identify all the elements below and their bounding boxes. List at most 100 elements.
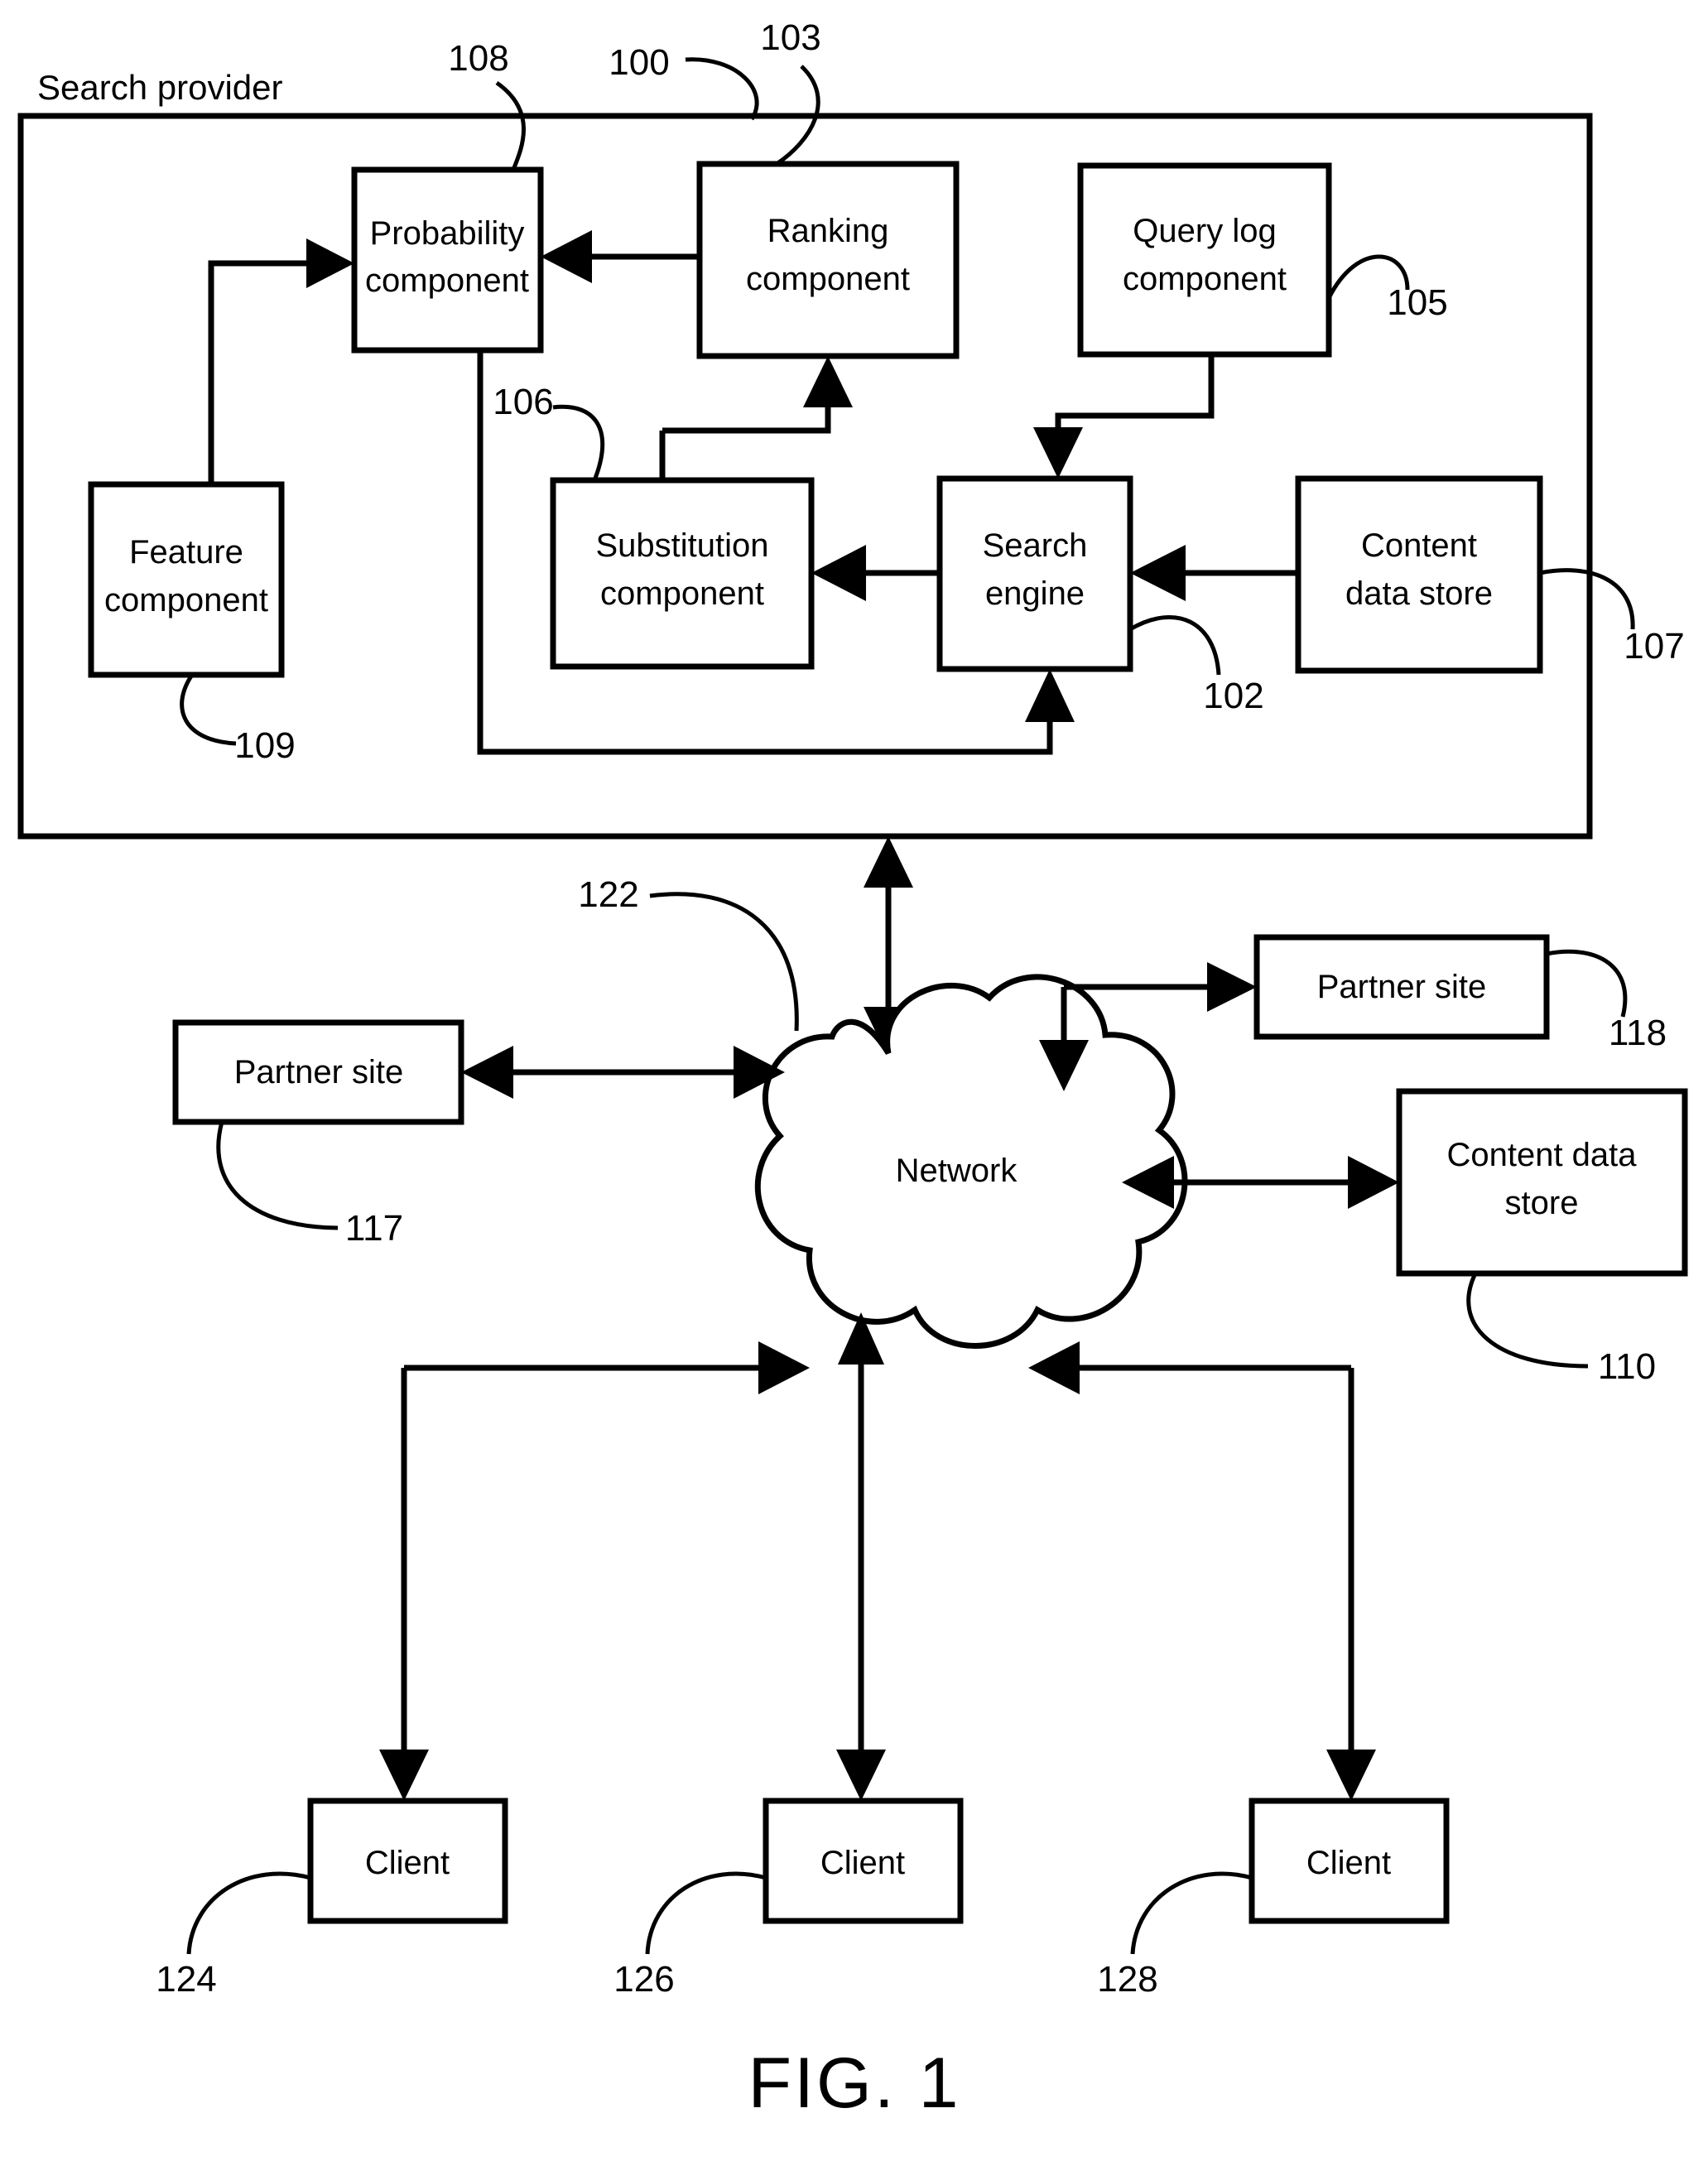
- connector-search-engine-to-substitution: [811, 545, 940, 601]
- partner-site-right-box: Partner site: [1253, 934, 1550, 1040]
- partner-site-left-label: Partner site: [234, 1054, 404, 1090]
- ref-122-number: 122: [578, 874, 638, 915]
- connector-contentstore-to-search-engine: [1130, 545, 1298, 601]
- ref-118-group: 118: [1546, 949, 1667, 1053]
- client-3-box: Client: [1249, 1798, 1450, 1924]
- figure-caption: FIG. 1: [748, 2043, 961, 2123]
- connector-querylog-search-line: [1055, 354, 1215, 437]
- substitution-label-line1: Substitution: [595, 527, 768, 564]
- ref-100-group: 100: [609, 42, 759, 121]
- ref-107-number: 107: [1624, 626, 1684, 667]
- ref-126-number: 126: [613, 1959, 674, 2000]
- connector-network-to-client-3: [1028, 1341, 1376, 1801]
- content-store-in-label-line1: Content: [1361, 527, 1477, 564]
- probability-label-line1: Probability: [370, 215, 525, 252]
- arrowhead-to-client-1: [379, 1750, 429, 1801]
- ref-103-group: 103: [760, 17, 821, 166]
- ref-124-group: 124: [156, 1871, 311, 2000]
- ref-117-group: 117: [216, 1121, 403, 1249]
- substitution-label-line2: component: [600, 575, 764, 612]
- patent-figure: Search provider 100 Probability componen…: [0, 0, 1708, 2166]
- query-log-label-line1: Query log: [1133, 213, 1276, 249]
- feature-box-rect: [88, 481, 285, 678]
- content-data-store-internal-box: Content data store: [1295, 475, 1543, 674]
- ref-109-number: 109: [234, 725, 295, 766]
- connector-partner-left-to-network: [461, 1046, 785, 1099]
- arrowhead-to-contentstore-out: [1348, 1156, 1399, 1209]
- ref-118-number: 118: [1609, 1013, 1667, 1053]
- ref-102-number: 102: [1203, 676, 1263, 716]
- arrowhead-to-search-engine-bottom: [1025, 669, 1075, 722]
- ref-126-group: 126: [613, 1871, 767, 2000]
- client-1-label: Client: [365, 1845, 450, 1881]
- ref-108-group: 108: [448, 38, 526, 171]
- ref-103-number: 103: [760, 17, 820, 58]
- ref-105-number: 105: [1387, 282, 1447, 323]
- arrowhead-to-search-engine-top: [1033, 427, 1083, 479]
- partner-site-left-box: Partner site: [172, 1019, 464, 1125]
- connector-feature-probability-line: [208, 260, 310, 484]
- ref-102-leader: [1128, 615, 1221, 676]
- substitution-component-box: Substitution component: [550, 477, 815, 670]
- ref-106-number: 106: [493, 382, 553, 422]
- ranking-component-box: Ranking component: [696, 161, 960, 359]
- ref-105-group: 105: [1326, 254, 1448, 323]
- connector-feature-to-probability: [208, 238, 354, 484]
- connector-contentstore-out-to-network: [1122, 1156, 1399, 1209]
- arrowhead-to-partner-right: [1207, 962, 1257, 1012]
- query-log-label-line2: component: [1123, 261, 1287, 297]
- ref-128-leader: [1130, 1871, 1253, 1955]
- search-engine-box: Search engine: [936, 475, 1133, 672]
- ref-107-leader: [1539, 568, 1635, 630]
- arrowhead-to-probability: [541, 230, 592, 283]
- ref-117-number: 117: [345, 1208, 403, 1249]
- ref-126-leader: [645, 1871, 767, 1955]
- connector-substitution-ranking-line: [662, 396, 831, 434]
- ref-110-number: 110: [1598, 1346, 1656, 1387]
- ranking-label-line2: component: [746, 261, 910, 297]
- ref-108-number: 108: [448, 38, 508, 79]
- search-engine-box-rect: [936, 475, 1133, 672]
- search-engine-label-line2: engine: [985, 575, 1085, 612]
- ref-109-group: 109: [180, 673, 296, 766]
- ref-122-group: 122: [578, 874, 799, 1032]
- ref-100-number: 100: [609, 42, 669, 83]
- connector-network-to-client-1: [379, 1341, 810, 1801]
- ref-118-leader: [1546, 949, 1628, 1018]
- ref-122-leader: [649, 892, 799, 1032]
- arrowhead-to-search-engine-left: [1130, 545, 1186, 601]
- arrowhead-to-provider-frame: [864, 836, 913, 888]
- client-2-label: Client: [820, 1845, 905, 1881]
- ref-107-group: 107: [1539, 568, 1685, 667]
- arrowhead-to-ranking: [803, 356, 853, 407]
- arrowhead-to-substitution: [811, 545, 866, 601]
- content-store-in-rect: [1295, 475, 1543, 674]
- feature-label-line2: component: [104, 582, 268, 619]
- ranking-box-rect: [696, 161, 960, 359]
- arrowhead-to-partner-left: [461, 1046, 513, 1099]
- arrowhead-to-network-lower-left: [758, 1341, 810, 1394]
- arrowhead-feature-to-probability: [306, 238, 354, 288]
- content-store-out-label-line1: Content data: [1446, 1137, 1637, 1173]
- connector-querylog-to-search-engine: [1033, 354, 1215, 479]
- ref-100-leader: [685, 57, 759, 121]
- probability-box-rect: [351, 166, 544, 354]
- connector-substitution-to-ranking: [662, 356, 853, 434]
- client-2-box: Client: [763, 1798, 964, 1924]
- ranking-label-line1: Ranking: [767, 213, 889, 249]
- feature-component-box: Feature component: [88, 481, 285, 678]
- ref-124-number: 124: [156, 1959, 216, 2000]
- client-1-box: Client: [307, 1798, 508, 1924]
- ref-110-leader: [1466, 1272, 1589, 1369]
- ref-102-group: 102: [1128, 615, 1264, 716]
- ref-124-leader: [186, 1871, 311, 1955]
- ref-128-group: 128: [1097, 1871, 1253, 2000]
- feature-label-line1: Feature: [129, 534, 243, 570]
- probability-component-box: Probability component: [351, 166, 544, 354]
- query-log-component-box: Query log component: [1077, 162, 1332, 358]
- substitution-box-rect: [550, 477, 815, 670]
- ref-117-leader: [216, 1121, 339, 1230]
- search-engine-label-line1: Search: [983, 527, 1088, 564]
- network-label: Network: [896, 1153, 1018, 1189]
- network-cloud-group: Network: [754, 974, 1188, 1349]
